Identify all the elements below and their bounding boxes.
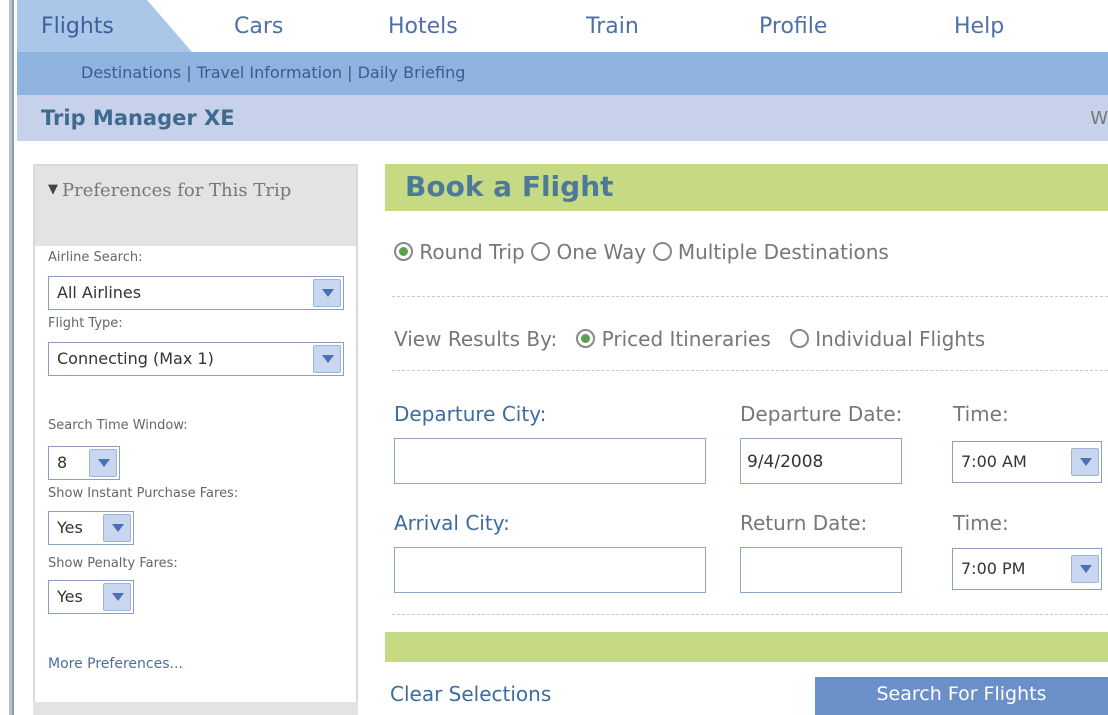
round-trip-radio[interactable]: [394, 242, 413, 261]
left-border: [0, 0, 14, 715]
penalty-fares-label: Show Penalty Fares:: [48, 556, 178, 571]
link-daily-briefing[interactable]: Daily Briefing: [358, 63, 466, 82]
sub-nav-separator: |: [347, 63, 353, 82]
green-divider-bar: [385, 632, 1108, 662]
airline-search-select[interactable]: All Airlines: [48, 276, 344, 310]
airline-search-label: Airline Search:: [48, 250, 143, 265]
preferences-panel: ▼ Preferences for This Trip Airline Sear…: [33, 164, 358, 708]
return-date-label: Return Date:: [740, 511, 868, 535]
departure-date-label: Departure Date:: [740, 402, 903, 426]
return-time-select[interactable]: 7:00 PM: [952, 548, 1102, 590]
preferences-header[interactable]: ▼ Preferences for This Trip: [35, 166, 356, 246]
chevron-down-icon[interactable]: [1071, 448, 1099, 476]
search-time-window-value: 8: [57, 453, 68, 472]
departure-time-value: 7:00 AM: [961, 452, 1027, 471]
penalty-fares-value: Yes: [57, 587, 83, 606]
departure-date-input[interactable]: 9/4/2008: [740, 438, 902, 484]
trip-type-options: Round Trip One Way Multiple Destinations: [394, 240, 889, 264]
tab-help[interactable]: Help: [954, 14, 1004, 39]
priced-itineraries-radio[interactable]: [576, 329, 596, 348]
arrival-city-input[interactable]: [394, 547, 706, 593]
tab-profile[interactable]: Profile: [759, 14, 827, 39]
search-time-window-label: Search Time Window:: [48, 418, 188, 433]
multiple-destinations-radio[interactable]: [652, 242, 672, 261]
flight-type-label: Flight Type:: [48, 316, 123, 331]
divider: [392, 614, 1108, 615]
one-way-radio[interactable]: [531, 242, 551, 261]
return-date-input[interactable]: [740, 547, 902, 593]
tab-hotels[interactable]: Hotels: [388, 14, 458, 39]
penalty-fares-select[interactable]: Yes: [48, 580, 134, 614]
more-preferences-link[interactable]: More Preferences...: [48, 656, 183, 672]
top-nav: Flights Cars Hotels Train Profile Help: [17, 0, 1108, 52]
individual-flights-label[interactable]: Individual Flights: [815, 327, 985, 351]
link-destinations[interactable]: Destinations: [81, 63, 181, 82]
divider: [392, 296, 1108, 297]
tab-cars[interactable]: Cars: [234, 14, 283, 39]
chevron-down-icon[interactable]: [313, 345, 341, 373]
instant-purchase-value: Yes: [57, 518, 83, 537]
departure-city-label: Departure City:: [394, 402, 547, 426]
instant-purchase-label: Show Instant Purchase Fares:: [48, 486, 239, 501]
view-results-row: View Results By: Priced Itineraries Indi…: [394, 327, 985, 351]
chevron-down-icon[interactable]: [89, 449, 117, 477]
sub-nav-links: Destinations | Travel Information | Dail…: [81, 63, 465, 82]
tab-train[interactable]: Train: [586, 14, 639, 39]
airline-search-value: All Airlines: [57, 283, 142, 302]
page-title: Trip Manager XE: [41, 106, 235, 130]
clear-selections-link[interactable]: Clear Selections: [390, 682, 551, 706]
next-panel-header: [33, 702, 358, 715]
chevron-down-icon[interactable]: [313, 279, 341, 307]
preferences-heading: Preferences for This Trip: [62, 180, 292, 201]
view-results-label: View Results By:: [394, 327, 558, 351]
departure-time-label: Time:: [953, 402, 1009, 426]
welcome-text-truncated: W: [1090, 108, 1108, 129]
sub-nav: Destinations | Travel Information | Dail…: [17, 52, 1108, 95]
chevron-down-icon[interactable]: [1071, 555, 1099, 583]
departure-time-select[interactable]: 7:00 AM: [952, 441, 1102, 483]
multiple-destinations-label[interactable]: Multiple Destinations: [678, 240, 889, 264]
return-time-value: 7:00 PM: [961, 559, 1026, 578]
one-way-label[interactable]: One Way: [556, 240, 646, 264]
instant-purchase-select[interactable]: Yes: [48, 511, 134, 545]
return-time-label: Time:: [953, 511, 1009, 535]
flight-type-value: Connecting (Max 1): [57, 349, 214, 368]
collapse-triangle-icon[interactable]: ▼: [48, 182, 58, 197]
arrival-city-label: Arrival City:: [394, 511, 510, 535]
search-time-window-select[interactable]: 8: [48, 446, 120, 480]
priced-itineraries-label[interactable]: Priced Itineraries: [602, 327, 771, 351]
individual-flights-radio[interactable]: [789, 329, 809, 348]
search-flights-button[interactable]: Search For Flights: [815, 677, 1108, 715]
departure-date-value: 9/4/2008: [747, 452, 824, 472]
title-bar: Trip Manager XE W: [17, 95, 1108, 141]
book-flight-banner: Book a Flight: [385, 164, 1108, 211]
round-trip-label[interactable]: Round Trip: [419, 240, 524, 264]
chevron-down-icon[interactable]: [103, 514, 131, 542]
sub-nav-separator: |: [186, 63, 192, 82]
link-travel-information[interactable]: Travel Information: [197, 63, 342, 82]
flight-type-select[interactable]: Connecting (Max 1): [48, 342, 344, 376]
book-flight-title: Book a Flight: [405, 170, 614, 203]
chevron-down-icon[interactable]: [103, 583, 131, 611]
divider: [392, 370, 1108, 371]
tab-flights[interactable]: Flights: [17, 0, 192, 52]
departure-city-input[interactable]: [394, 438, 706, 484]
